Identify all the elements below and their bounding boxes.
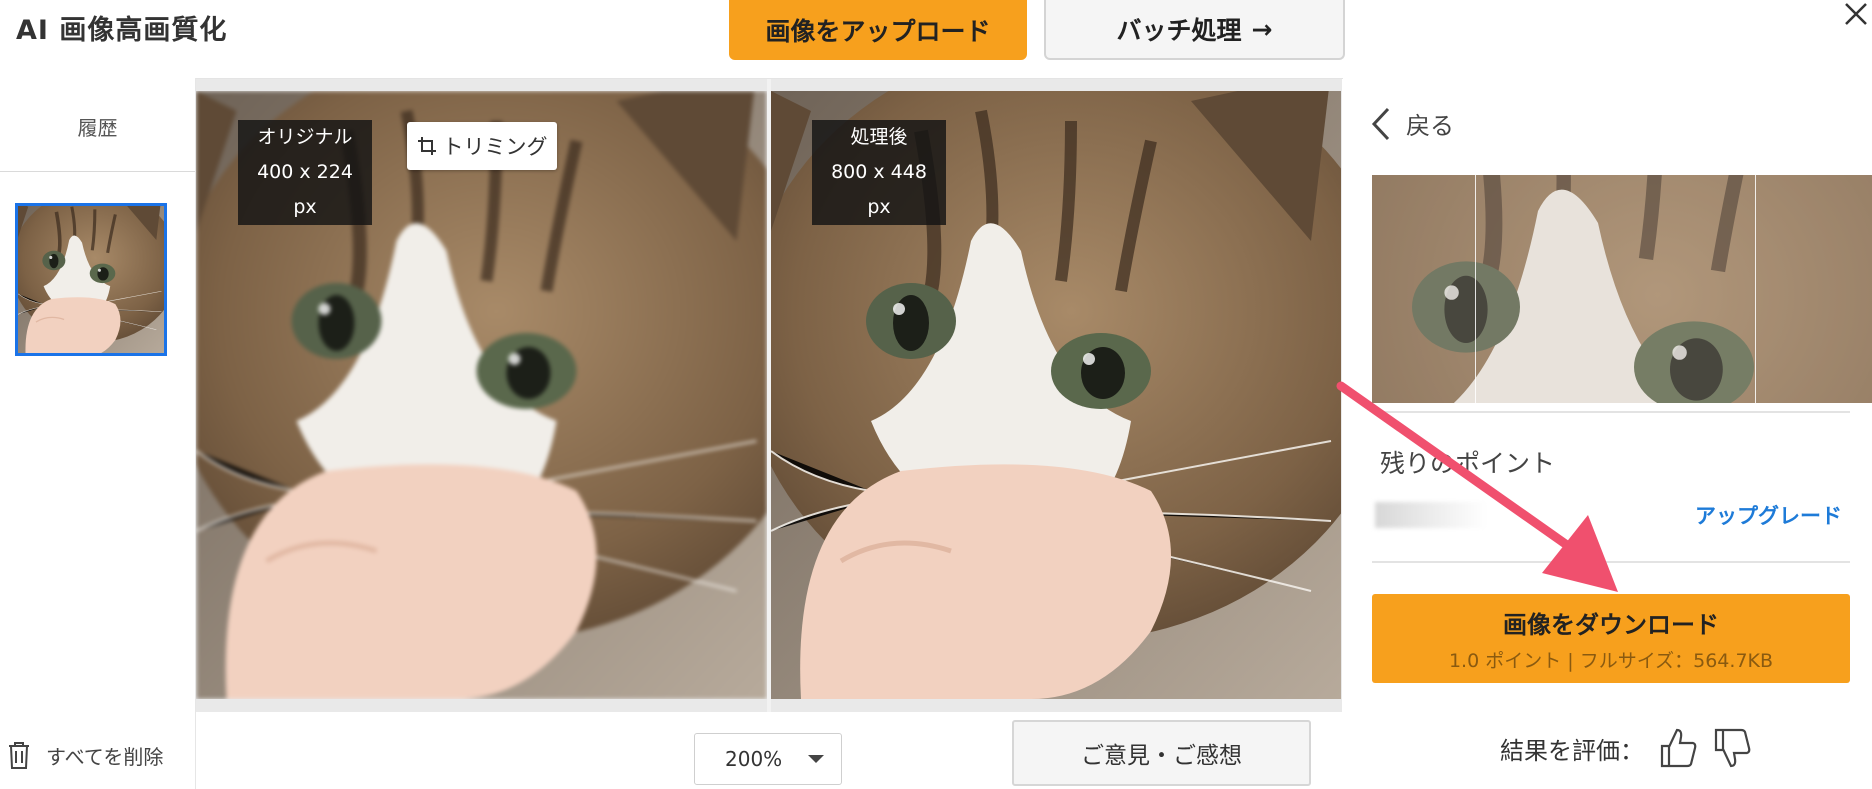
chevron-left-icon <box>1371 107 1390 140</box>
crop-button[interactable]: トリミング <box>407 122 557 170</box>
original-dimensions: 400 x 224 px <box>257 161 353 218</box>
upgrade-link[interactable]: アップグレード <box>1695 500 1842 530</box>
zoom-value: 200% <box>725 747 783 771</box>
history-label: 履歴 <box>77 116 118 140</box>
back-label: 戻る <box>1406 112 1454 140</box>
zoom-select[interactable]: 200% <box>694 733 842 785</box>
thumbs-up-icon[interactable] <box>1658 726 1698 770</box>
arrow-right-icon: → <box>1251 14 1273 44</box>
history-thumbnail[interactable] <box>15 203 167 356</box>
trash-icon <box>9 742 29 769</box>
back-button[interactable]: 戻る <box>1370 106 1454 141</box>
download-cost-info: 1.0 ポイント | フルサイズ：564.7KB <box>1448 649 1774 672</box>
processed-label: 処理後 <box>850 126 908 148</box>
history-panel <box>0 78 196 789</box>
delete-all-label: すべてを削除 <box>46 744 164 769</box>
close-button[interactable] <box>1840 0 1872 32</box>
divider <box>1372 561 1850 563</box>
chevron-down-icon <box>808 755 824 763</box>
preview-divider <box>1755 175 1756 403</box>
processed-dimensions: 800 x 448 px <box>831 161 927 218</box>
thumbs-down-icon[interactable] <box>1712 726 1752 770</box>
delete-all-button[interactable]: すべてを削除 <box>6 740 163 770</box>
batch-process-label: バッチ処理 <box>1116 16 1242 45</box>
result-preview-image <box>1372 175 1872 403</box>
batch-process-button[interactable]: バッチ処理 → <box>1044 0 1345 60</box>
compare-slider-handle[interactable] <box>767 79 771 712</box>
rate-label: 結果を評価： <box>1500 736 1644 765</box>
crop-label: トリミング <box>442 135 548 159</box>
download-image-button[interactable]: 画像をダウンロード 1.0 ポイント | フルサイズ：564.7KB <box>1372 594 1850 683</box>
original-size-tag: オリジナル 400 x 224 px <box>238 120 372 225</box>
original-label: オリジナル <box>257 126 353 148</box>
close-icon <box>1845 3 1867 25</box>
feedback-button[interactable]: ご意見・ご感想 <box>1012 720 1311 786</box>
rating-area: 結果を評価： <box>1500 726 1752 770</box>
result-preview <box>1372 175 1872 403</box>
processed-size-tag: 処理後 800 x 448 px <box>812 120 946 225</box>
app-title: AI 画像高画質化 <box>16 15 228 46</box>
download-label: 画像をダウンロード <box>1503 610 1719 639</box>
remaining-points-value-blurred <box>1375 502 1487 528</box>
upload-image-button[interactable]: 画像をアップロード <box>729 0 1027 60</box>
preview-divider <box>1475 175 1476 403</box>
cat-thumbnail-image <box>18 206 164 353</box>
divider <box>1372 411 1850 413</box>
remaining-points-label: 残りのポイント <box>1380 449 1556 478</box>
divider <box>0 171 195 172</box>
crop-icon <box>417 137 436 155</box>
